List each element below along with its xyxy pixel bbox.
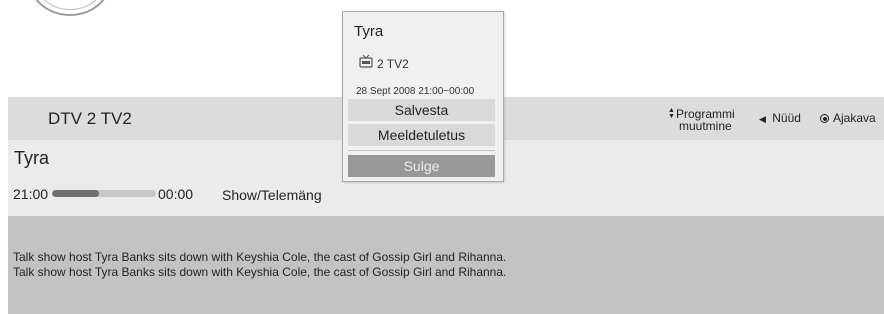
progress-bar-fill <box>52 190 99 197</box>
radio-dot-icon <box>820 114 829 123</box>
now-control[interactable]: ◀ Nüüd <box>759 112 801 125</box>
description-line: Talk show host Tyra Banks sits down with… <box>13 265 507 279</box>
description-line: Talk show host Tyra Banks sits down with… <box>13 250 507 264</box>
tv-icon <box>359 54 373 68</box>
genre-label: Show/Telemäng <box>222 187 322 203</box>
left-triangle-icon: ◀ <box>759 114 766 124</box>
now-label: Nüüd <box>772 111 801 125</box>
progress-bar <box>52 190 156 197</box>
programme-popup: Tyra 2 TV2 28 Sept 2008 21:00~00:00 Salv… <box>342 11 504 182</box>
popup-datetime: 28 Sept 2008 21:00~00:00 <box>356 86 475 97</box>
description-area: Talk show host Tyra Banks sits down with… <box>8 216 884 314</box>
channel-label: DTV 2 TV2 <box>48 109 132 128</box>
programme-change-label-line2: muutmine <box>679 119 732 133</box>
schedule-control[interactable]: Ajakava <box>820 112 876 124</box>
popup-title: Tyra <box>354 23 384 40</box>
programme-title: Tyra <box>14 148 50 168</box>
programme-change-control[interactable]: ▲ ▼ Programmi muutmine <box>668 107 735 132</box>
popup-divider <box>348 150 495 151</box>
schedule-label: Ajakava <box>833 111 876 125</box>
start-time: 21:00 <box>13 186 49 202</box>
save-button[interactable]: Salvesta <box>348 99 495 121</box>
programme-change-label: Programmi muutmine <box>676 108 735 132</box>
reminder-button[interactable]: Meeldetuletus <box>348 124 495 146</box>
end-time: 00:00 <box>158 186 194 202</box>
up-down-arrows-icon: ▲ ▼ <box>668 107 675 120</box>
logo-circle <box>28 0 112 16</box>
popup-channel: 2 TV2 <box>377 57 409 71</box>
close-button[interactable]: Sulge <box>348 155 495 177</box>
